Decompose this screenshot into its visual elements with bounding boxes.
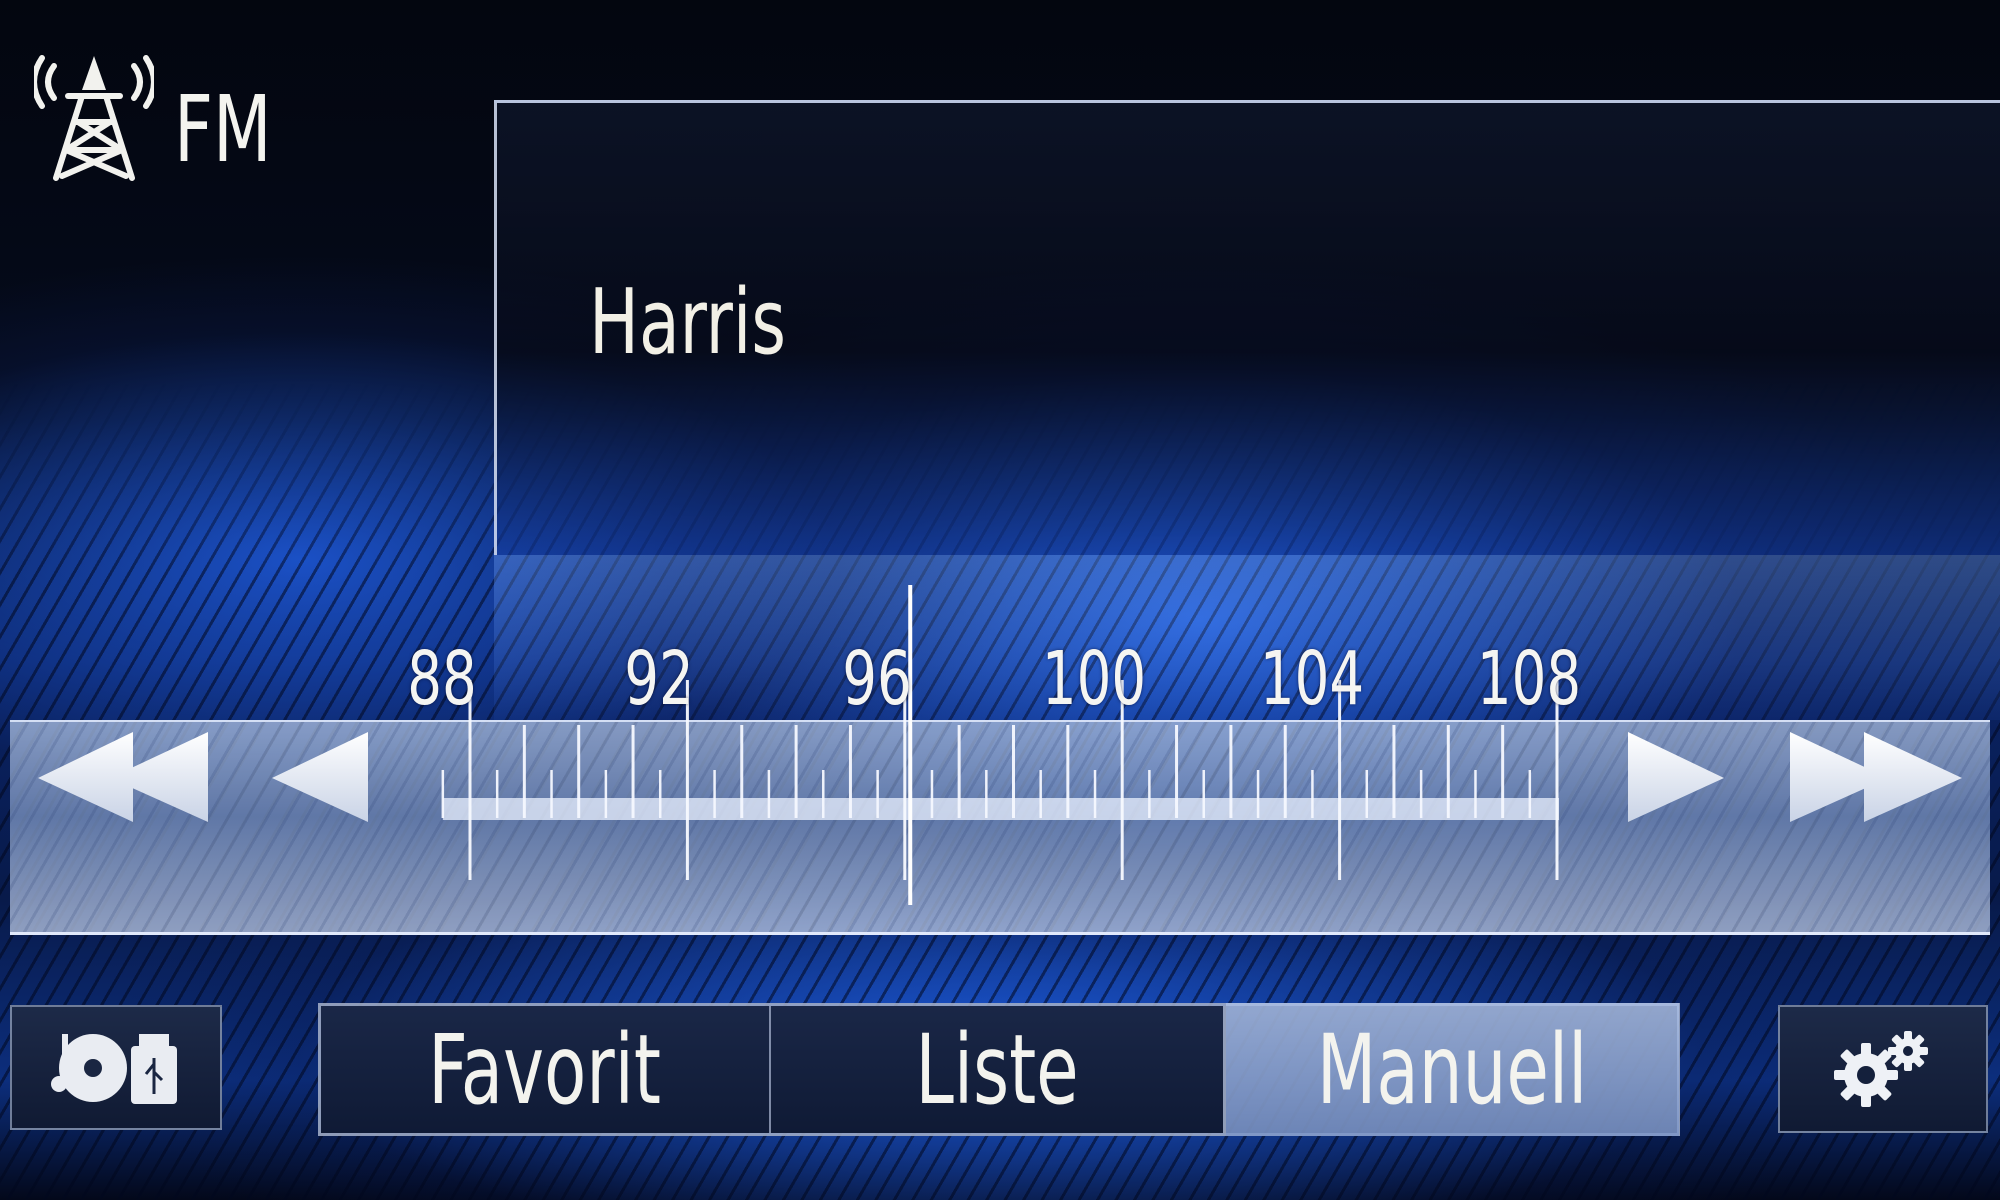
radio-tower-icon <box>31 48 157 184</box>
left-arrow-icon <box>272 732 368 822</box>
dial-frequency-label: 108 <box>1476 636 1582 722</box>
right-arrow-icon <box>1628 732 1724 822</box>
step-back-button[interactable] <box>272 730 372 825</box>
gear-icon <box>1834 1031 1928 1107</box>
band-label: FM <box>174 76 272 183</box>
mode-button-liste[interactable]: Liste <box>771 1006 1226 1133</box>
dial-frequency-label: 96 <box>842 636 912 722</box>
step-forward-button[interactable] <box>1628 730 1728 825</box>
mode-button-favorit[interactable]: Favorit <box>321 1006 771 1133</box>
dial-frequency-label: 100 <box>1042 636 1147 722</box>
radio-screen: FM Harris 88 92 96 100 104 108 Favorit L… <box>0 0 2000 1200</box>
mode-label: Manuell <box>1317 1013 1588 1126</box>
seek-forward-button[interactable] <box>1790 730 1965 825</box>
mode-label: Liste <box>915 1013 1079 1126</box>
panel-underglow <box>494 555 2000 720</box>
station-name: Harris <box>589 270 786 375</box>
mode-label: Favorit <box>428 1013 662 1126</box>
double-right-arrow-icon <box>1790 732 1962 822</box>
cd-usb-source-icon <box>51 1033 177 1104</box>
mode-selector: Favorit Liste Manuell <box>318 1003 1680 1136</box>
dial-frequency-label: 92 <box>624 636 695 722</box>
mode-button-manuell[interactable]: Manuell <box>1226 1003 1679 1136</box>
dial-frequency-label: 88 <box>407 636 477 722</box>
station-info-panel: Harris <box>494 100 2000 555</box>
double-left-arrow-icon <box>38 732 208 822</box>
source-button[interactable] <box>10 1005 222 1130</box>
dial-frequency-label: 104 <box>1259 636 1364 722</box>
settings-button[interactable] <box>1778 1005 1988 1133</box>
seek-back-button[interactable] <box>38 730 213 825</box>
